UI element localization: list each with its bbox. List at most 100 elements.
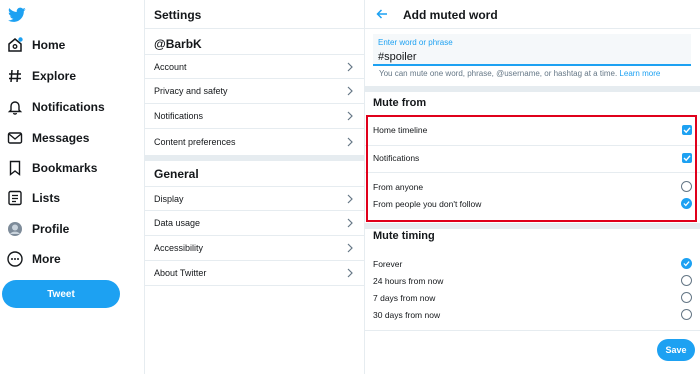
input-label: Enter word or phrase [378, 38, 453, 47]
chevron-right-icon [347, 86, 353, 96]
forever-radio[interactable] [681, 258, 692, 269]
7-days-radio[interactable] [681, 292, 692, 303]
chevron-right-icon [347, 243, 353, 253]
option-label: Forever [373, 258, 403, 269]
from-anyone-radio[interactable] [681, 181, 692, 192]
settings-item-content-preferences[interactable]: Content preferences [145, 129, 365, 154]
mute-timing-heading: Mute timing [373, 230, 435, 242]
settings-item-label: Data usage [154, 218, 201, 228]
timing-option-forever[interactable]: Forever [365, 255, 700, 272]
from-anyone-option[interactable]: From anyone [365, 178, 700, 195]
timing-option-24-hours[interactable]: 24 hours from now [365, 272, 700, 289]
section-divider [145, 155, 365, 161]
settings-item-label: Notifications [154, 111, 204, 121]
settings-item-label: About Twitter [154, 268, 207, 278]
checkmark-icon [683, 155, 691, 162]
checkmark-icon [683, 261, 690, 267]
twitter-logo-icon[interactable] [8, 7, 26, 23]
account-section-heading: @BarbK [154, 37, 202, 51]
option-label: Notifications [373, 153, 420, 163]
back-arrow-icon[interactable] [375, 7, 389, 21]
from-people-option[interactable]: From people you don't follow [365, 195, 700, 212]
nav-item-home[interactable]: Home [6, 34, 65, 56]
settings-item-label: Display [154, 193, 184, 204]
nav-item-lists[interactable]: Lists [6, 187, 60, 209]
chevron-right-icon [347, 62, 353, 71]
divider [365, 172, 700, 173]
settings-item-label: Accessibility [154, 243, 204, 253]
bell-icon [6, 99, 23, 116]
settings-item-about[interactable]: About Twitter [145, 261, 365, 286]
list-icon [6, 190, 23, 207]
hint-text: You can mute one word, phrase, @username… [379, 69, 618, 78]
nav-item-more[interactable]: More [6, 248, 61, 270]
nav-label: Home [32, 38, 66, 52]
chevron-right-icon [347, 194, 353, 203]
settings-item-account[interactable]: Account [145, 54, 365, 79]
settings-item-label: Content preferences [154, 136, 236, 147]
section-divider [365, 223, 700, 229]
nav-item-explore[interactable]: Explore [6, 65, 76, 87]
nav-label: Lists [32, 191, 61, 205]
timing-option-7-days[interactable]: 7 days from now [365, 289, 700, 306]
settings-item-accessibility[interactable]: Accessibility [145, 236, 365, 261]
envelope-icon [6, 130, 23, 147]
from-people-radio[interactable] [681, 198, 692, 209]
settings-item-label: Account [154, 61, 187, 72]
avatar-icon [6, 221, 23, 238]
24-hours-radio[interactable] [681, 275, 692, 286]
chevron-right-icon [347, 268, 353, 278]
notifications-checkbox[interactable] [682, 153, 692, 163]
divider [365, 28, 700, 29]
muted-word-input[interactable] [378, 51, 678, 63]
learn-more-link[interactable]: Learn more [619, 69, 660, 78]
nav-label: Messages [32, 131, 90, 145]
general-section-heading: General [154, 167, 199, 181]
divider [365, 145, 700, 146]
home-icon [6, 37, 23, 54]
muted-word-panel: Add muted word Enter word or phrase You … [365, 0, 700, 374]
30-days-radio[interactable] [681, 309, 692, 320]
home-timeline-checkbox[interactable] [682, 125, 692, 135]
muted-word-field[interactable]: Enter word or phrase [373, 34, 691, 66]
bookmark-icon [6, 160, 23, 177]
hashtag-icon [6, 68, 23, 85]
tweet-button[interactable]: Tweet [2, 280, 120, 308]
nav-item-notifications[interactable]: Notifications [6, 96, 105, 118]
option-label: 30 days from now [373, 309, 441, 320]
nav-label: Notifications [32, 100, 105, 114]
save-button[interactable]: Save [657, 339, 695, 361]
left-nav: Home Explore Notifications Messages Book… [0, 0, 145, 374]
nav-label: Bookmarks [32, 161, 98, 175]
notifications-option[interactable]: Notifications [365, 149, 700, 167]
option-label: 24 hours from now [373, 275, 444, 286]
option-label: From people you don't follow [373, 198, 482, 209]
footer-divider [365, 330, 700, 331]
more-icon [6, 251, 23, 268]
checkmark-icon [683, 201, 690, 207]
chevron-right-icon [347, 137, 353, 146]
timing-option-30-days[interactable]: 30 days from now [365, 306, 700, 323]
input-hint: You can mute one word, phrase, @username… [379, 69, 660, 78]
nav-label: More [32, 252, 61, 266]
nav-label: Profile [32, 222, 70, 236]
settings-item-data-usage[interactable]: Data usage [145, 211, 365, 236]
option-label: 7 days from now [373, 292, 436, 303]
chevron-right-icon [347, 111, 353, 121]
nav-label: Explore [32, 69, 77, 83]
settings-item-privacy[interactable]: Privacy and safety [145, 79, 365, 104]
nav-item-profile[interactable]: Profile [6, 218, 69, 240]
nav-item-messages[interactable]: Messages [6, 127, 89, 149]
divider [145, 28, 365, 29]
mute-from-heading: Mute from [373, 97, 427, 109]
option-label: Home timeline [373, 125, 428, 135]
chevron-right-icon [347, 218, 353, 228]
panel-title: Add muted word [403, 8, 498, 22]
home-timeline-option[interactable]: Home timeline [365, 121, 700, 139]
settings-item-notifications[interactable]: Notifications [145, 104, 365, 129]
nav-item-bookmarks[interactable]: Bookmarks [6, 157, 97, 179]
settings-item-display[interactable]: Display [145, 186, 365, 211]
checkmark-icon [683, 127, 691, 134]
settings-item-label: Privacy and safety [154, 86, 228, 96]
settings-column: Settings @BarbK Account Privacy and safe… [145, 0, 365, 374]
